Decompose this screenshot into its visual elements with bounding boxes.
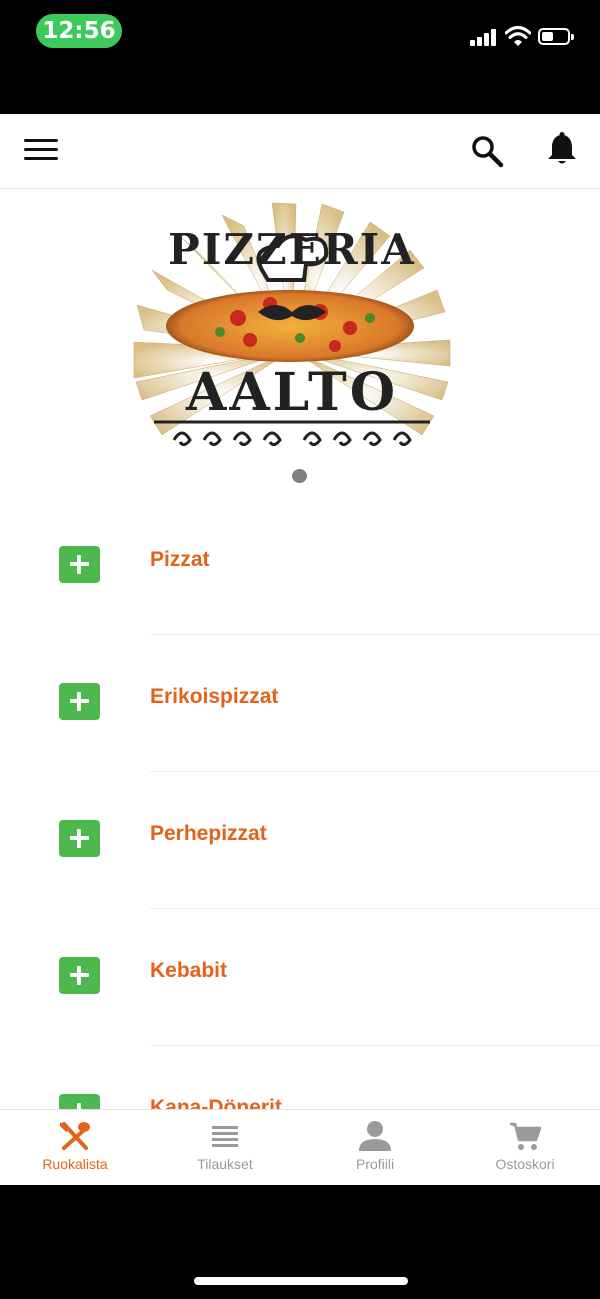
fork-spoon-icon bbox=[60, 1122, 90, 1150]
divider bbox=[150, 771, 600, 772]
logo-top-text: PIZZERIA bbox=[168, 225, 416, 274]
tab-tilaukset[interactable]: Tilaukset bbox=[150, 1110, 300, 1185]
tab-label: Ostoskori bbox=[495, 1156, 555, 1172]
bottom-tab-bar: Ruokalista Tilaukset Profiili Ostoskori bbox=[0, 1109, 600, 1185]
divider bbox=[150, 1045, 600, 1046]
list-icon bbox=[212, 1126, 238, 1147]
signal-icon bbox=[470, 28, 500, 46]
category-item-pizzat[interactable]: Pizzat bbox=[0, 514, 600, 651]
hamburger-icon[interactable] bbox=[24, 136, 60, 164]
wifi-icon bbox=[505, 26, 531, 46]
plus-icon[interactable] bbox=[59, 820, 100, 857]
plus-icon[interactable] bbox=[59, 546, 100, 583]
divider bbox=[150, 634, 600, 635]
category-item-erikoispizzat[interactable]: Erikoispizzat bbox=[0, 651, 600, 788]
app-screen: PIZZERIA AALTO Pizzat Erikoispizzat Perh… bbox=[0, 114, 600, 1185]
top-app-bar bbox=[0, 114, 600, 189]
person-icon bbox=[359, 1121, 391, 1151]
plus-icon[interactable] bbox=[59, 957, 100, 994]
tab-ruokalista[interactable]: Ruokalista bbox=[0, 1110, 150, 1185]
tab-label: Ruokalista bbox=[42, 1156, 108, 1172]
category-item-perhepizzat[interactable]: Perhepizzat bbox=[0, 788, 600, 925]
home-indicator[interactable] bbox=[194, 1277, 408, 1285]
pizzeria-logo: PIZZERIA AALTO bbox=[133, 202, 451, 462]
status-bar: 12:56 bbox=[0, 0, 600, 114]
tab-profiili[interactable]: Profiili bbox=[300, 1110, 450, 1185]
divider bbox=[150, 908, 600, 909]
plus-icon[interactable] bbox=[59, 683, 100, 720]
battery-icon bbox=[538, 28, 574, 45]
logo-bottom-text: AALTO bbox=[185, 362, 398, 423]
category-label: Perhepizzat bbox=[150, 822, 267, 845]
status-time: 12:56 bbox=[36, 14, 122, 48]
category-label: Pizzat bbox=[150, 548, 210, 571]
bell-icon[interactable] bbox=[544, 131, 580, 167]
tab-ostoskori[interactable]: Ostoskori bbox=[450, 1110, 600, 1185]
category-label: Kebabit bbox=[150, 959, 228, 982]
tab-label: Tilaukset bbox=[197, 1156, 253, 1172]
tab-label: Profiili bbox=[355, 1156, 395, 1172]
cart-icon bbox=[510, 1122, 542, 1150]
category-label: Erikoispizzat bbox=[150, 685, 279, 708]
carousel-dot[interactable] bbox=[292, 469, 307, 483]
search-icon[interactable] bbox=[470, 134, 504, 168]
category-item-kebabit[interactable]: Kebabit bbox=[0, 925, 600, 1062]
category-list: Pizzat Erikoispizzat Perhepizzat Kebabit… bbox=[0, 514, 600, 1185]
